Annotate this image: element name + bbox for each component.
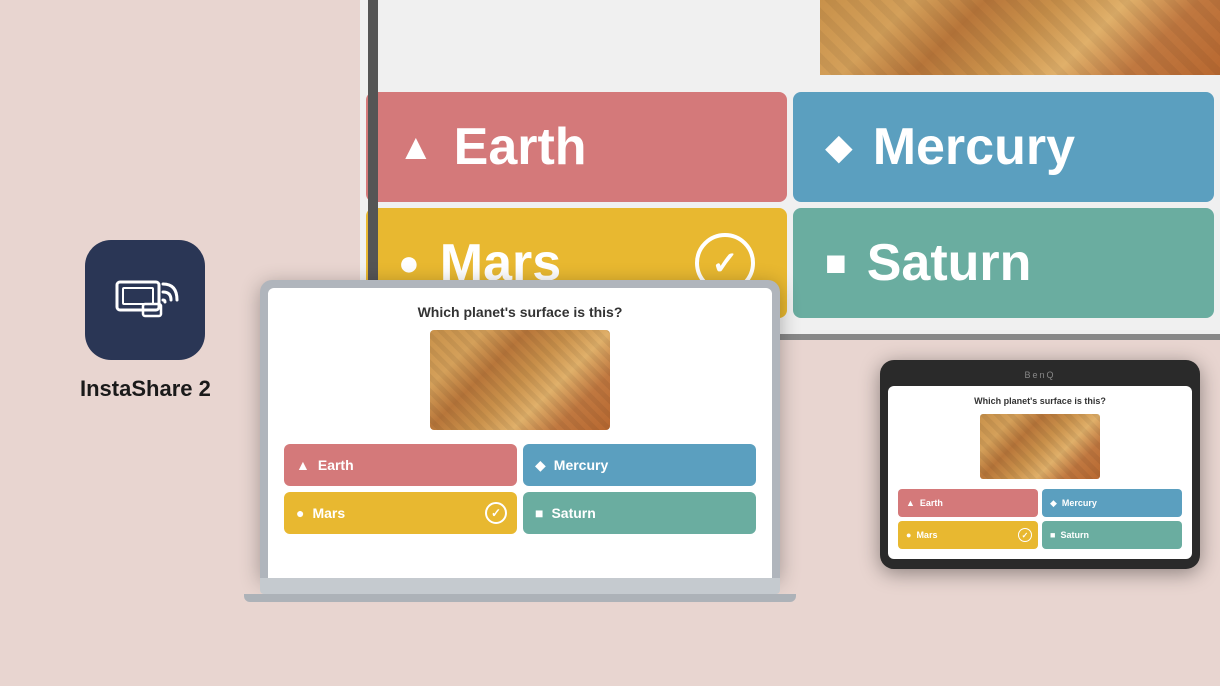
square-icon: ■ <box>825 242 847 284</box>
tablet-quiz-content: Which planet's surface is this? ▲ Earth … <box>888 386 1192 559</box>
laptop-buttons-grid: ▲ Earth ◆ Mercury ● Mars ✓ ■ Saturn <box>284 444 756 534</box>
laptop-saturn-btn[interactable]: ■ Saturn <box>523 492 756 534</box>
tablet-device: BenQ Which planet's surface is this? ▲ E… <box>880 360 1200 569</box>
tablet-earth-btn[interactable]: ▲ Earth <box>898 489 1038 517</box>
tablet-screen: Which planet's surface is this? ▲ Earth … <box>888 386 1192 559</box>
laptop-earth-label: Earth <box>318 457 354 473</box>
laptop-earth-btn[interactable]: ▲ Earth <box>284 444 517 486</box>
laptop-screen: Which planet's surface is this? ▲ Earth … <box>268 288 772 578</box>
sand-texture-tablet <box>980 414 1100 479</box>
laptop-quiz-content: Which planet's surface is this? ▲ Earth … <box>268 288 772 550</box>
laptop-mercury-label: Mercury <box>554 457 608 473</box>
laptop-base-bottom <box>244 594 795 602</box>
large-saturn-btn[interactable]: ■ Saturn <box>793 208 1214 318</box>
laptop-square-icon: ■ <box>535 505 543 521</box>
tablet-brand: BenQ <box>888 370 1192 380</box>
laptop-mars-btn[interactable]: ● Mars ✓ <box>284 492 517 534</box>
app-icon-section: InstaShare 2 <box>80 240 211 402</box>
laptop-circle-icon: ● <box>296 505 304 521</box>
laptop-question: Which planet's surface is this? <box>284 304 756 320</box>
earth-label: Earth <box>454 117 587 177</box>
tablet-saturn-btn[interactable]: ■ Saturn <box>1042 521 1182 549</box>
laptop-quiz-image <box>430 330 610 430</box>
tablet-question: Which planet's surface is this? <box>898 396 1182 406</box>
tablet-triangle-icon: ▲ <box>906 498 915 508</box>
tablet-saturn-label: Saturn <box>1060 530 1089 540</box>
sand-texture-large <box>820 0 1220 75</box>
app-icon[interactable] <box>85 240 205 360</box>
laptop-device: Which planet's surface is this? ▲ Earth … <box>260 280 780 602</box>
laptop-saturn-label: Saturn <box>551 505 595 521</box>
tablet-outer: BenQ Which planet's surface is this? ▲ E… <box>880 360 1200 569</box>
laptop-triangle-icon: ▲ <box>296 457 310 473</box>
sand-texture-laptop <box>430 330 610 430</box>
tablet-square-icon: ■ <box>1050 530 1055 540</box>
tv-top-image <box>820 0 1220 75</box>
app-name: InstaShare 2 <box>80 376 211 402</box>
laptop-mars-check-icon: ✓ <box>485 502 507 524</box>
circle-icon: ● <box>398 242 420 284</box>
saturn-label: Saturn <box>867 233 1032 293</box>
tablet-mars-btn[interactable]: ● Mars ✓ <box>898 521 1038 549</box>
laptop-mars-label: Mars <box>312 505 345 521</box>
tablet-buttons-grid: ▲ Earth ◆ Mercury ● Mars ✓ ■ Saturn <box>898 489 1182 549</box>
tablet-mercury-label: Mercury <box>1062 498 1097 508</box>
tablet-diamond-icon: ◆ <box>1050 498 1057 509</box>
tablet-quiz-image <box>980 414 1100 479</box>
diamond-icon: ◆ <box>825 126 853 168</box>
tablet-earth-label: Earth <box>920 498 943 508</box>
tablet-mars-check-icon: ✓ <box>1018 528 1032 542</box>
laptop-screen-outer: Which planet's surface is this? ▲ Earth … <box>260 280 780 578</box>
tablet-mars-label: Mars <box>916 530 937 540</box>
tablet-mercury-btn[interactable]: ◆ Mercury <box>1042 489 1182 517</box>
mercury-label: Mercury <box>873 117 1075 177</box>
display-pole <box>368 0 378 310</box>
triangle-icon: ▲ <box>398 126 434 168</box>
large-mercury-btn[interactable]: ◆ Mercury <box>793 92 1214 202</box>
laptop-base-top <box>260 578 780 594</box>
tablet-circle-icon: ● <box>906 530 911 540</box>
large-earth-btn[interactable]: ▲ Earth <box>366 92 787 202</box>
laptop-diamond-icon: ◆ <box>535 457 546 474</box>
laptop-mercury-btn[interactable]: ◆ Mercury <box>523 444 756 486</box>
